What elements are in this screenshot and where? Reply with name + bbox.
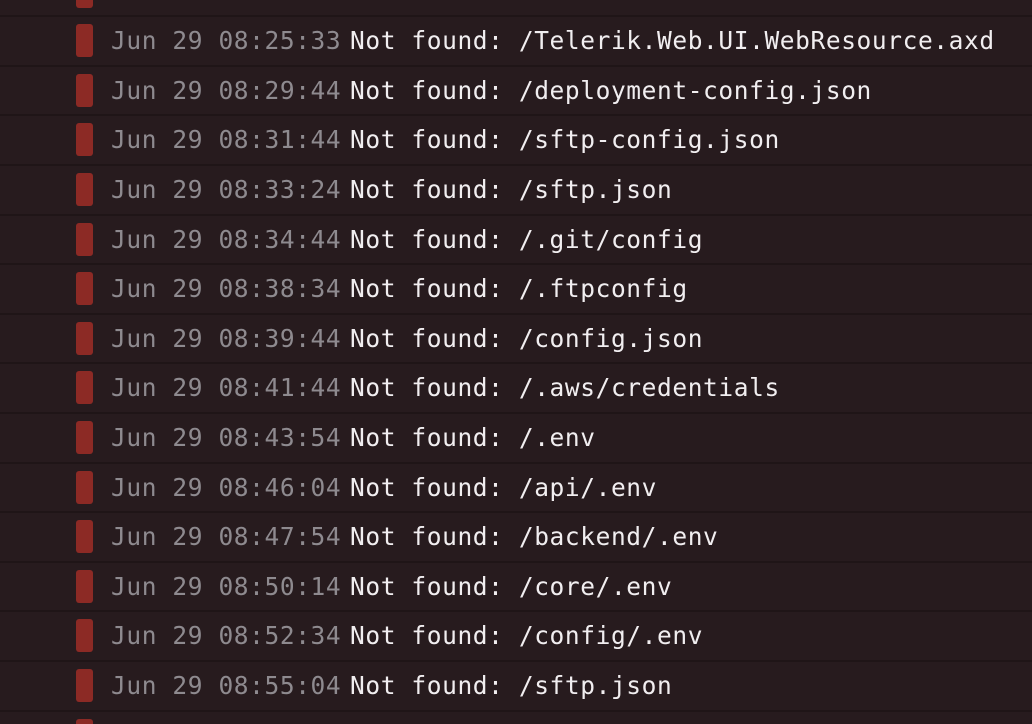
log-timestamp: Jun 29 08:33:24 bbox=[111, 175, 342, 204]
log-message: Not found: /Telerik.Web.UI.WebResource.a… bbox=[350, 26, 995, 56]
log-message: Not found: /core/.env bbox=[350, 571, 673, 601]
log-row[interactable]: Jun 29 08:29:44 Not found: /deployment-co… bbox=[0, 66, 1032, 115]
log-row[interactable] bbox=[0, 0, 1032, 16]
log-list[interactable]: Jun 29 08:25:33 Not found: /Telerik.Web.U… bbox=[0, 0, 1032, 724]
log-row[interactable]: Jun 29 08:25:33 Not found: /Telerik.Web.U… bbox=[0, 17, 1032, 65]
error-marker-icon bbox=[76, 718, 93, 724]
log-message: Not found: /sftp.json bbox=[350, 175, 673, 204]
log-timestamp: Jun 29 08:43:54 bbox=[111, 423, 342, 452]
error-marker-icon bbox=[76, 173, 93, 206]
log-message: Not found: /.aws/credentials bbox=[350, 373, 780, 403]
log-timestamp: Jun 29 08:46:04 bbox=[111, 472, 342, 502]
log-row[interactable]: Jun 29 08:50:14 Not found: /core/.env bbox=[0, 562, 1032, 611]
log-row[interactable]: Jun 29 08:31:44 Not found: /sftp-config.j… bbox=[0, 116, 1032, 164]
log-message: Not found: /config/.env bbox=[350, 621, 704, 651]
error-marker-icon bbox=[76, 272, 93, 306]
error-marker-icon bbox=[76, 569, 93, 603]
log-timestamp: Jun 29 08:38:34 bbox=[111, 274, 342, 304]
error-marker-icon bbox=[76, 0, 93, 8]
log-message: Not found: /sftp-config.json bbox=[350, 125, 780, 155]
log-timestamp: Jun 29 08:55:04 bbox=[111, 671, 342, 700]
log-timestamp: Jun 29 08:50:14 bbox=[111, 571, 342, 601]
error-marker-icon bbox=[76, 669, 93, 702]
log-timestamp: Jun 29 08:52:34 bbox=[111, 621, 342, 651]
log-message: Not found: /.env bbox=[350, 423, 596, 452]
log-message: Not found: /api/.env bbox=[350, 472, 658, 502]
log-row[interactable]: Jun 29 08:52:34 Not found: /config/.env bbox=[0, 612, 1032, 660]
log-message: Not found: /.ftpconfig bbox=[350, 274, 688, 304]
log-row[interactable]: Jun 29 08:46:04 Not found: /api/.env bbox=[0, 463, 1032, 512]
log-timestamp: Jun 29 08:31:44 bbox=[111, 125, 342, 155]
log-row[interactable]: Jun 29 08:41:44 Not found: /.aws/credenti… bbox=[0, 364, 1032, 412]
log-message: Not found: /deployment-config.json bbox=[350, 75, 872, 105]
log-timestamp: Jun 29 08:41:44 bbox=[111, 373, 342, 403]
log-timestamp: Jun 29 08:29:44 bbox=[111, 75, 342, 105]
log-row[interactable] bbox=[0, 711, 1032, 724]
log-row[interactable]: Jun 29 08:47:54 Not found: /backend/.env bbox=[0, 513, 1032, 561]
error-marker-icon bbox=[76, 520, 93, 554]
error-marker-icon bbox=[76, 321, 93, 355]
error-marker-icon bbox=[76, 73, 93, 107]
log-row[interactable]: Jun 29 08:55:04 Not found: /sftp.json bbox=[0, 662, 1032, 710]
error-marker-icon bbox=[76, 470, 93, 504]
log-row[interactable]: Jun 29 08:39:44 Not found: /config.json bbox=[0, 314, 1032, 363]
log-row[interactable]: Jun 29 08:33:24 Not found: /sftp.json bbox=[0, 166, 1032, 214]
log-message: Not found: /config.json bbox=[350, 323, 704, 353]
log-timestamp: Jun 29 08:47:54 bbox=[111, 522, 342, 552]
error-marker-icon bbox=[76, 619, 93, 653]
error-marker-icon bbox=[76, 421, 93, 454]
log-timestamp: Jun 29 08:25:33 bbox=[111, 26, 342, 56]
error-marker-icon bbox=[76, 371, 93, 405]
log-row[interactable]: Jun 29 08:34:44 Not found: /.git/config bbox=[0, 215, 1032, 264]
log-timestamp: Jun 29 08:39:44 bbox=[111, 323, 342, 353]
error-marker-icon bbox=[76, 222, 93, 256]
log-timestamp: Jun 29 08:34:44 bbox=[111, 224, 342, 254]
log-message: Not found: /.git/config bbox=[350, 224, 704, 254]
log-row[interactable]: Jun 29 08:38:34 Not found: /.ftpconfig bbox=[0, 265, 1032, 313]
log-message: Not found: /backend/.env bbox=[350, 522, 719, 552]
error-marker-icon bbox=[76, 24, 93, 58]
error-marker-icon bbox=[76, 123, 93, 157]
log-row[interactable]: Jun 29 08:43:54 Not found: /.env bbox=[0, 414, 1032, 462]
log-message: Not found: /sftp.json bbox=[350, 671, 673, 700]
